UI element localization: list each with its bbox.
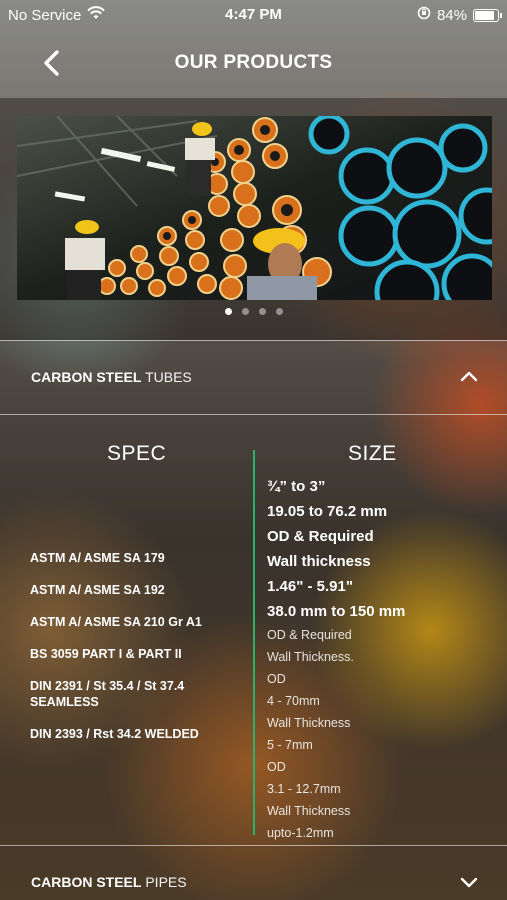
section-title: CARBON STEEL PIPES (31, 874, 187, 890)
product-photo[interactable] (17, 116, 492, 300)
size-item: ¾” to 3” (267, 478, 326, 495)
size-item: 1.46" - 5.91" (267, 578, 353, 595)
spec-item: ASTM A/ ASME SA 210 Gr A1 (30, 615, 202, 629)
pager-dot[interactable] (224, 308, 232, 315)
page-title: OUR PRODUCTS (174, 52, 333, 73)
size-item: 5 - 7mm (267, 738, 313, 752)
pager-dot[interactable] (258, 308, 266, 315)
pager-dot[interactable] (275, 308, 283, 315)
section-title: CARBON STEEL TUBES (31, 369, 192, 385)
status-right: 84% (417, 6, 502, 24)
product-carousel[interactable] (0, 98, 507, 340)
section-title-light: TUBES (145, 369, 192, 385)
spec-item: BS 3059 PART I & PART II (30, 647, 182, 661)
column-divider (253, 450, 255, 835)
size-item: Wall thickness (267, 553, 371, 570)
section-title-bold: CARBON STEEL (31, 369, 142, 385)
size-item: OD (267, 672, 286, 686)
chevron-up-icon[interactable] (459, 367, 479, 387)
spec-item: DIN 2393 / Rst 34.2 WELDED (30, 727, 199, 741)
size-column-header: SIZE (348, 442, 397, 465)
size-item: 19.05 to 76.2 mm (267, 503, 388, 520)
size-item: OD & Required (267, 528, 374, 545)
size-item: OD & Required (267, 628, 352, 642)
battery-icon (473, 8, 502, 22)
spec-column-header: SPEC (107, 442, 167, 465)
spec-item: DIN 2391 / St 35.4 / St 37.4 SEAMLESS (30, 679, 185, 709)
status-bar: No Service 4:47 PM 84% (0, 0, 507, 30)
size-item: Wall Thickness (267, 804, 351, 818)
size-item: OD (267, 760, 286, 774)
size-item: 3.1 - 12.7mm (267, 782, 341, 796)
steel-pipes-illustration (17, 116, 492, 300)
chevron-down-icon[interactable] (459, 872, 479, 892)
nav-bar: OUR PRODUCTS (0, 30, 507, 98)
divider (0, 414, 507, 415)
spec-item: ASTM A/ ASME SA 192 (30, 583, 165, 597)
size-item: upto-1.2mm (267, 826, 334, 840)
orientation-lock-icon (417, 6, 431, 24)
section-header-carbon-steel-tubes[interactable]: CARBON STEEL TUBES (0, 341, 507, 413)
pager-dot[interactable] (241, 308, 249, 315)
size-item: 4 - 70mm (267, 694, 320, 708)
section-title-light: PIPES (145, 874, 187, 890)
size-item: Wall Thickness. (267, 650, 354, 664)
size-list: ¾” to 3” 19.05 to 76.2 mm OD & Required … (267, 474, 497, 844)
spec-list: ASTM A/ ASME SA 179 ASTM A/ ASME SA 192 … (30, 550, 245, 758)
spec-item: ASTM A/ ASME SA 179 (30, 551, 165, 565)
section-header-carbon-steel-pipes[interactable]: CARBON STEEL PIPES (0, 846, 507, 900)
carousel-pager[interactable] (0, 308, 507, 315)
section-title-bold: CARBON STEEL (31, 874, 142, 890)
size-item: 38.0 mm to 150 mm (267, 603, 406, 620)
size-item: Wall Thickness (267, 716, 351, 730)
battery-percent: 84% (436, 6, 467, 24)
